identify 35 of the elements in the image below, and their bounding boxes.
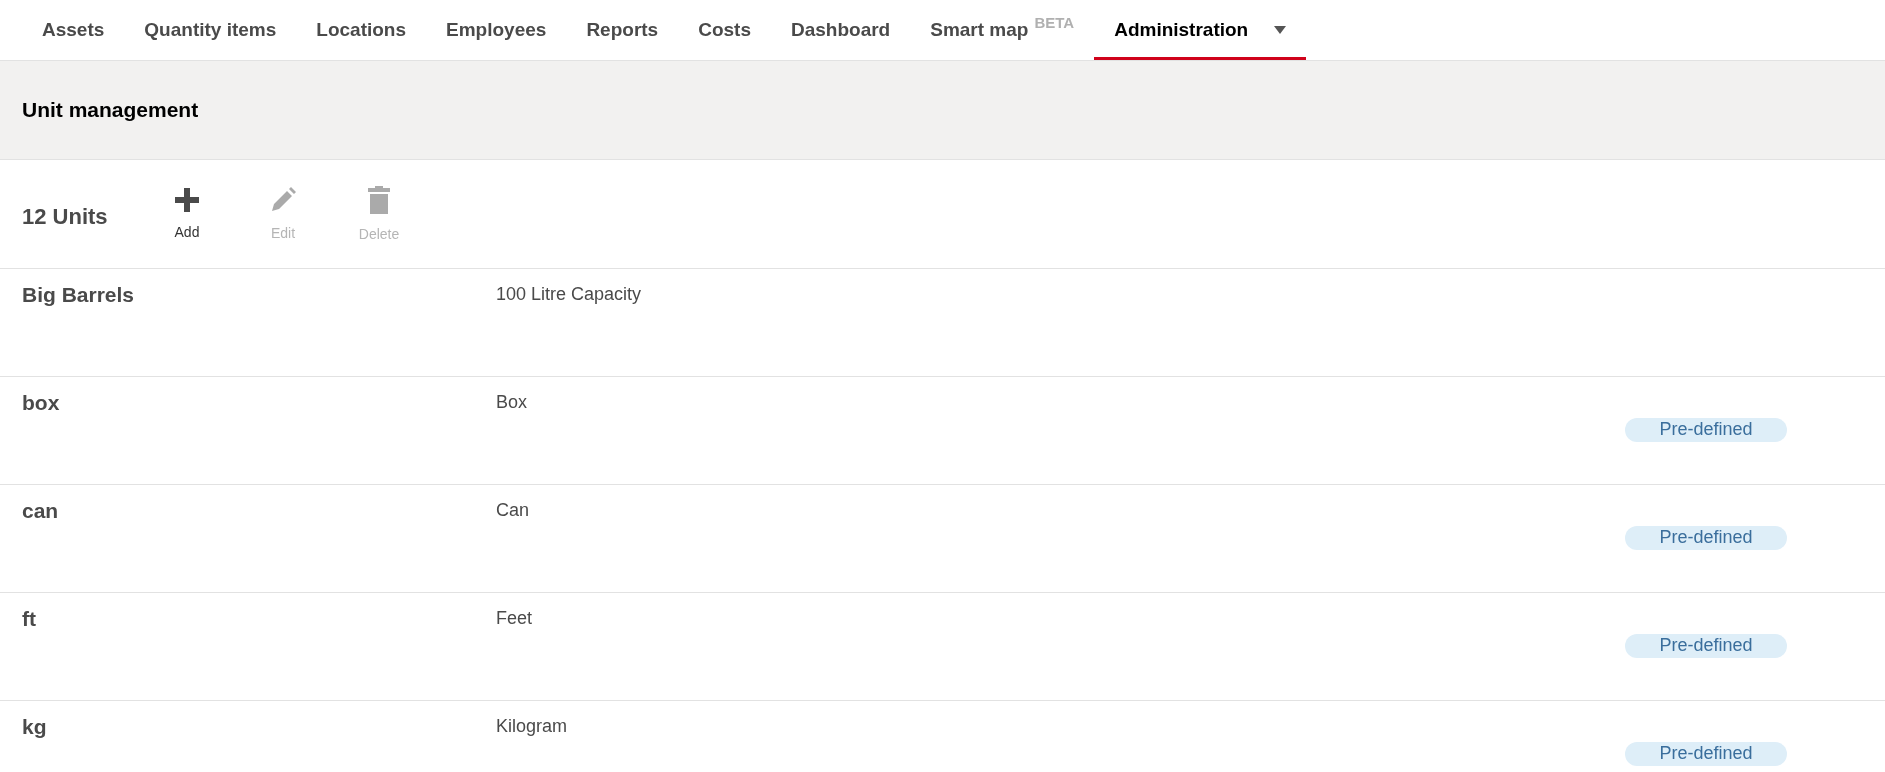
unit-count: 12 Units xyxy=(22,204,109,230)
caret-icon xyxy=(1274,25,1287,34)
beta-tag: BETA xyxy=(1034,14,1075,31)
nav-tab[interactable]: Locations xyxy=(296,0,427,60)
unit-name: ft xyxy=(22,607,37,631)
pencil-icon xyxy=(270,187,296,213)
unit-name: box xyxy=(22,391,61,415)
unit-row[interactable]: kg Kilogram Pre-defined xyxy=(0,701,1885,772)
unit-row[interactable]: box Box Pre-defined xyxy=(0,377,1885,485)
predefined-badge: Pre-defined xyxy=(1625,526,1787,550)
trash-icon xyxy=(368,186,390,214)
nav-tab[interactable]: Employees xyxy=(426,0,567,60)
add-button[interactable]: Add xyxy=(139,188,235,240)
unit-description: Can xyxy=(496,500,531,521)
predefined-badge: Pre-defined xyxy=(1625,634,1787,658)
unit-description: Box xyxy=(496,392,529,413)
nav-tab[interactable]: Dashboard xyxy=(770,0,911,60)
predefined-badge: Pre-defined xyxy=(1625,742,1787,766)
unit-description: 100 Litre Capacity xyxy=(496,284,643,305)
nav-tab[interactable]: Costs xyxy=(678,0,771,60)
predefined-badge: Pre-defined xyxy=(1625,418,1787,442)
nav-tab[interactable]: Smart map BETA xyxy=(910,0,1095,60)
unit-name: can xyxy=(22,499,60,523)
plus-icon xyxy=(175,188,199,212)
unit-description: Kilogram xyxy=(496,716,569,737)
nav-tab[interactable]: Quantity items xyxy=(124,0,297,60)
unit-name: kg xyxy=(22,715,48,739)
unit-row[interactable]: Big Barrels 100 Litre Capacity xyxy=(0,269,1885,377)
nav-tab[interactable]: Assets xyxy=(22,0,125,60)
unit-name: Big Barrels xyxy=(22,283,136,307)
unit-row[interactable]: can Can Pre-defined xyxy=(0,485,1885,593)
page-title: Unit management xyxy=(22,98,199,122)
nav-tab[interactable]: Reports xyxy=(566,0,679,60)
unit-description: Feet xyxy=(496,608,534,629)
unit-row[interactable]: ft Feet Pre-defined xyxy=(0,593,1885,701)
